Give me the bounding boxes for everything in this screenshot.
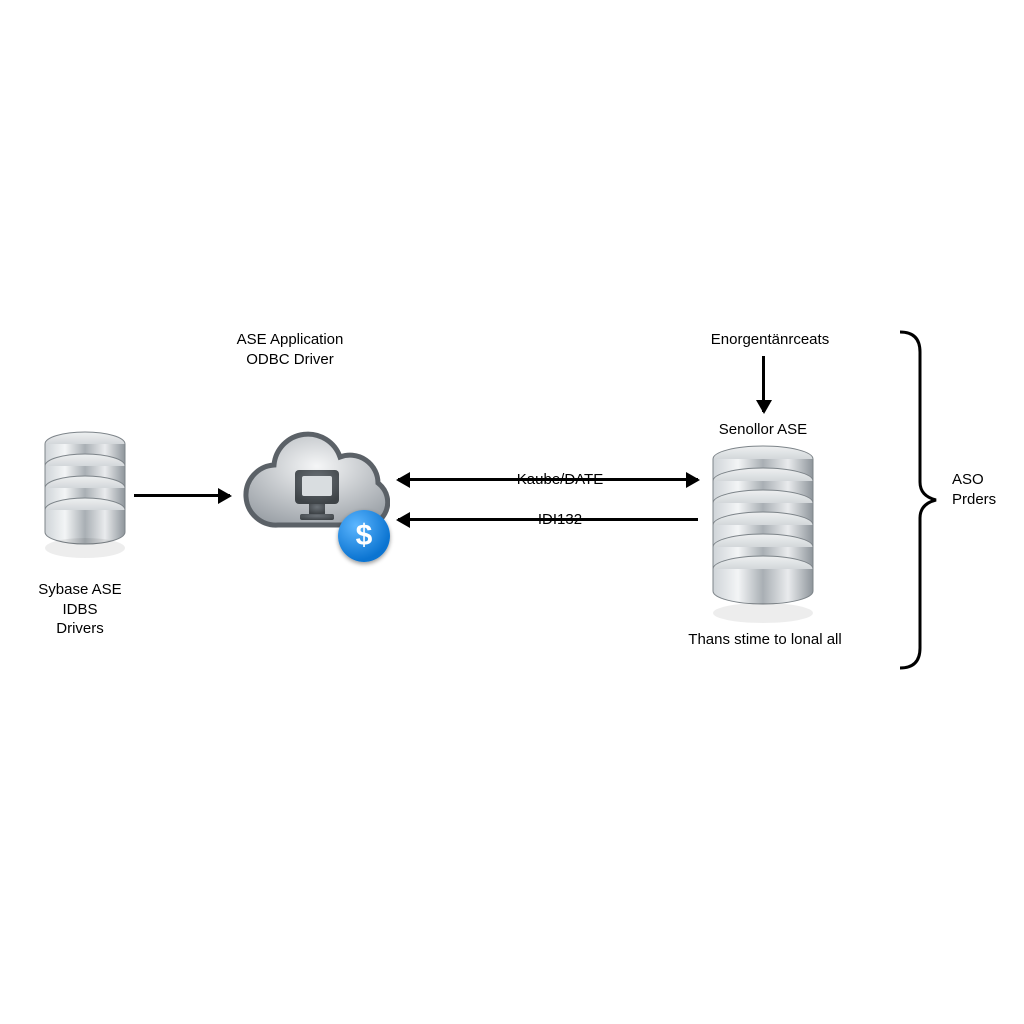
diagram-canvas: ASE ApplicationODBC Driver Enorgentänrce… (0, 0, 1024, 1024)
arrow-left-icon (398, 518, 698, 521)
dollar-symbol: $ (356, 519, 373, 553)
bracket-icon (898, 330, 938, 670)
arrow-right-icon (656, 478, 698, 481)
database-icon (42, 430, 128, 560)
database-icon (708, 445, 818, 625)
arrow-right-icon (134, 494, 230, 497)
label-senollor-ase: Senollor ASE (703, 420, 823, 440)
label-sybase-ase-idbs-drivers: Sybase ASEIDBSDrivers (20, 580, 140, 639)
arrow-down-icon (762, 356, 765, 412)
label-ase-application-odbc-driver: ASE ApplicationODBC Driver (200, 330, 380, 369)
arrow-left-icon (398, 478, 698, 481)
label-enorgent: Enorgentänrceats (670, 330, 870, 350)
label-thans-stime: Thans stime to lonal all (675, 630, 855, 650)
label-aso-prders: ASOPrders (952, 470, 1020, 509)
dollar-badge-icon: $ (338, 510, 390, 562)
